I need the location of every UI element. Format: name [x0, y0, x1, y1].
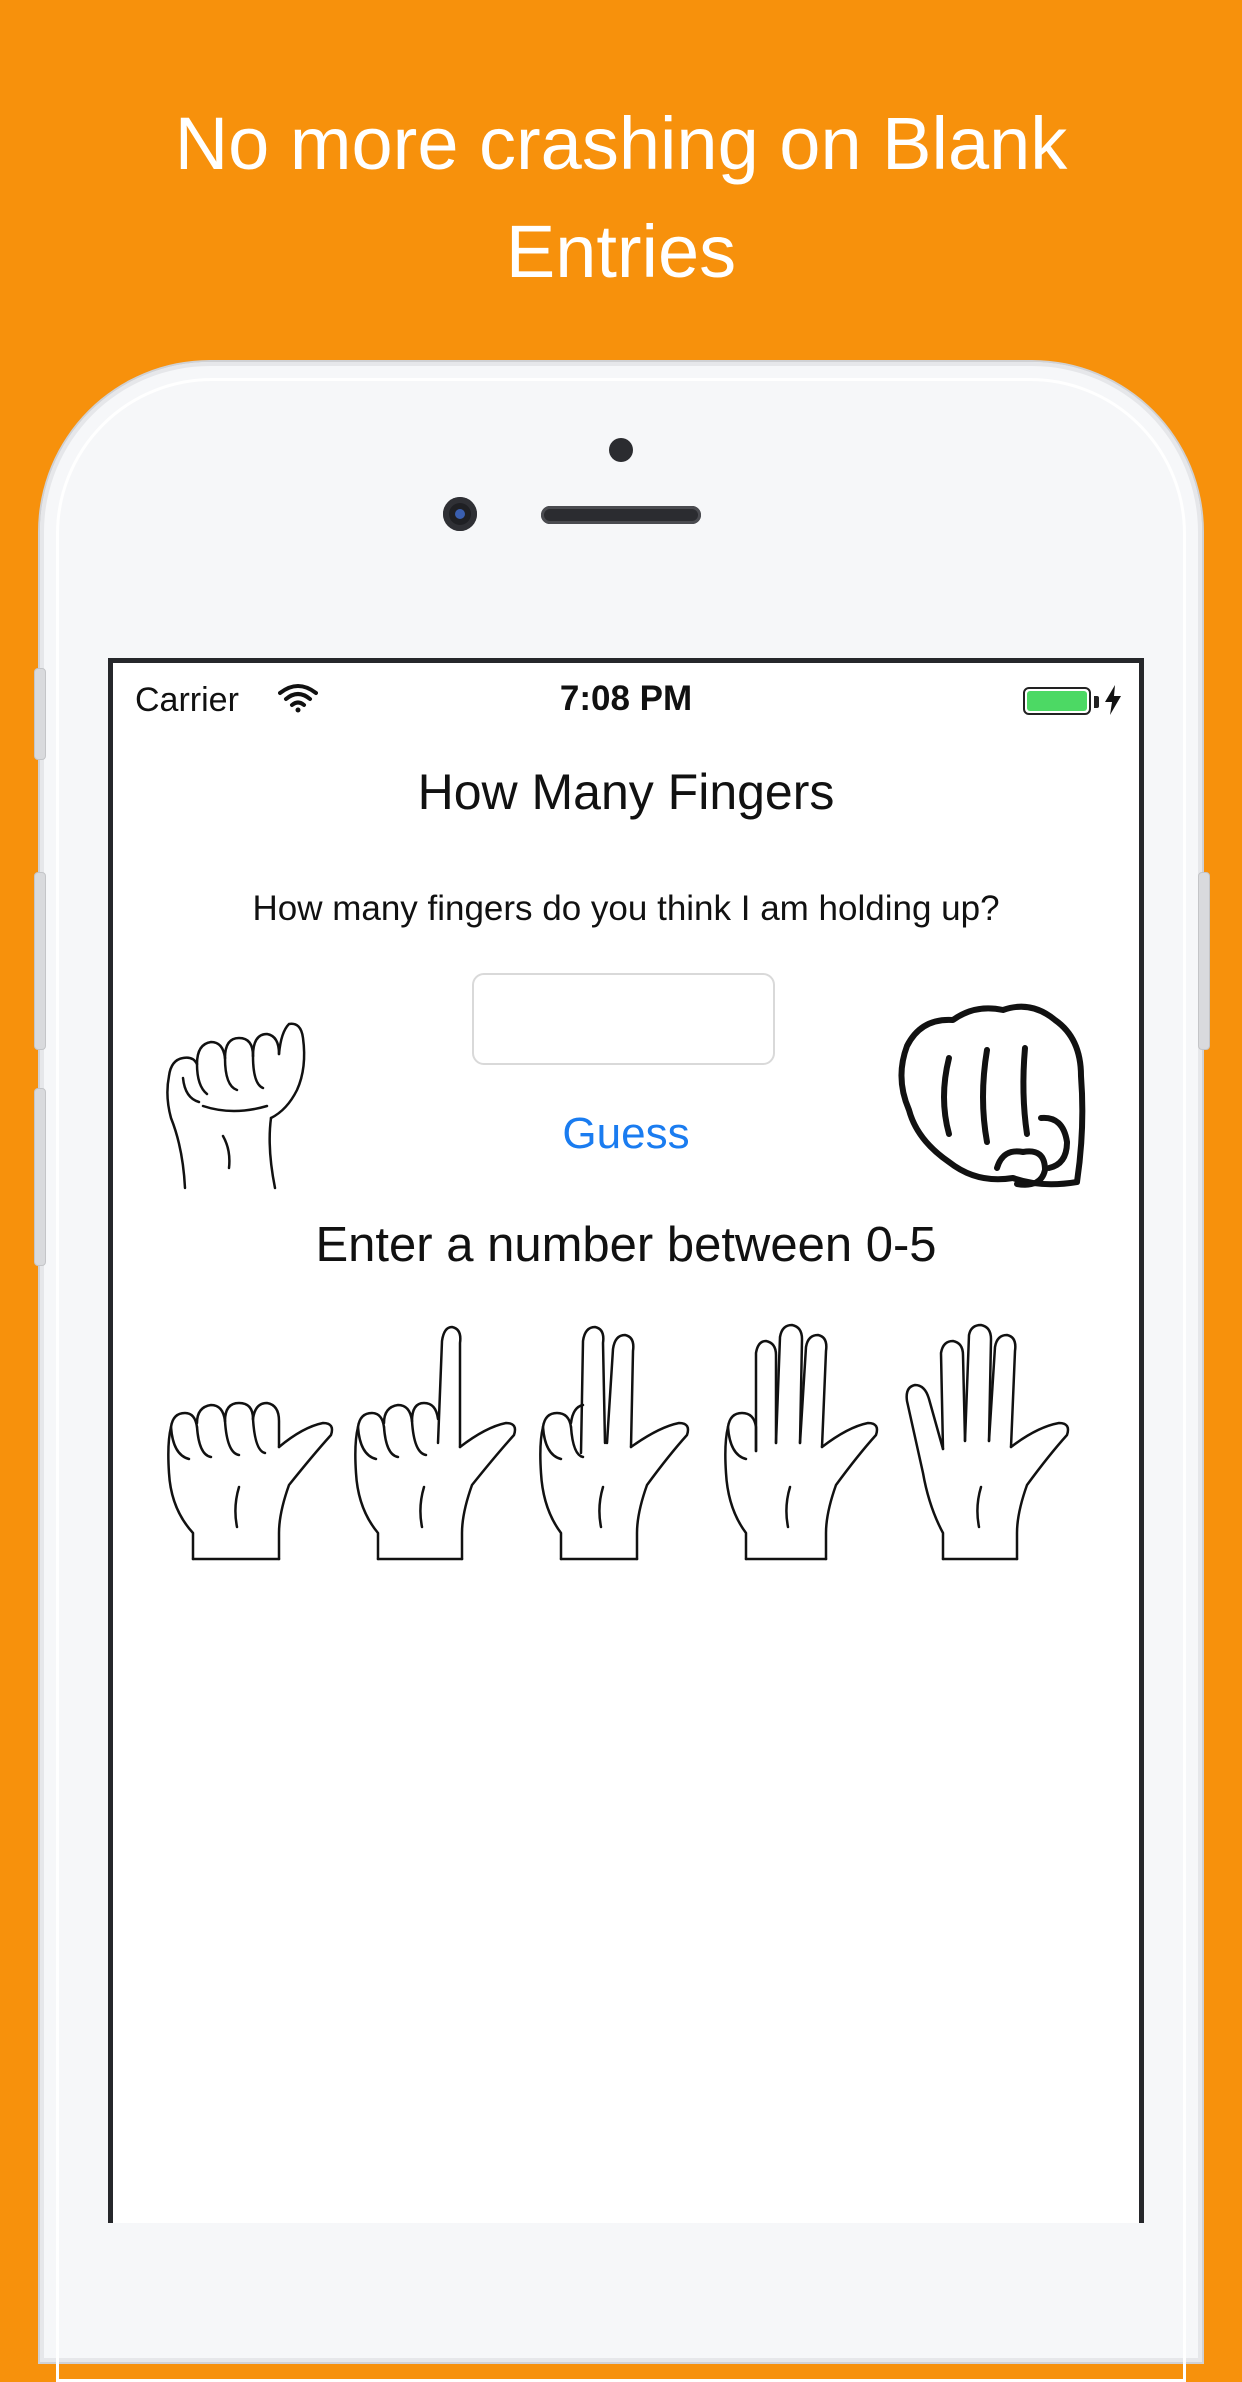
promo-headline: No more crashing on Blank Entries — [100, 90, 1142, 306]
mute-switch — [34, 668, 46, 760]
hint-label: Enter a number between 0-5 — [315, 1218, 937, 1272]
battery-tip — [1094, 696, 1099, 708]
phone-screen: Carrier 7:08 PM How Many Fingers How man… — [108, 658, 1144, 2223]
volume-down-button — [34, 1088, 46, 1266]
charging-bolt-icon — [1105, 685, 1121, 715]
question-label: How many fingers do you think I am holdi… — [252, 889, 1000, 928]
battery-icon — [1023, 687, 1091, 715]
five-finger-hand-icon — [905, 1323, 1070, 1561]
closed-hand-icon — [166, 1022, 306, 1190]
two-finger-hand-icon — [354, 1325, 517, 1561]
fist-icon — [898, 1003, 1086, 1188]
promo-line-1: No more crashing on Blank — [174, 102, 1068, 185]
page-title: How Many Fingers — [417, 764, 835, 820]
status-bar: Carrier 7:08 PM — [113, 663, 1139, 727]
promo-line-2: Entries — [505, 210, 737, 293]
three-finger-hand-icon — [539, 1325, 690, 1561]
earpiece-speaker — [541, 506, 701, 524]
status-time: 7:08 PM — [559, 679, 693, 718]
volume-up-button — [34, 872, 46, 1050]
guess-input[interactable] — [472, 973, 775, 1065]
one-finger-hand-icon — [167, 1401, 334, 1561]
proximity-sensor — [609, 438, 633, 462]
front-camera — [443, 497, 477, 531]
four-finger-hand-icon — [724, 1323, 879, 1561]
battery-level — [1027, 691, 1087, 711]
power-button — [1198, 872, 1210, 1050]
